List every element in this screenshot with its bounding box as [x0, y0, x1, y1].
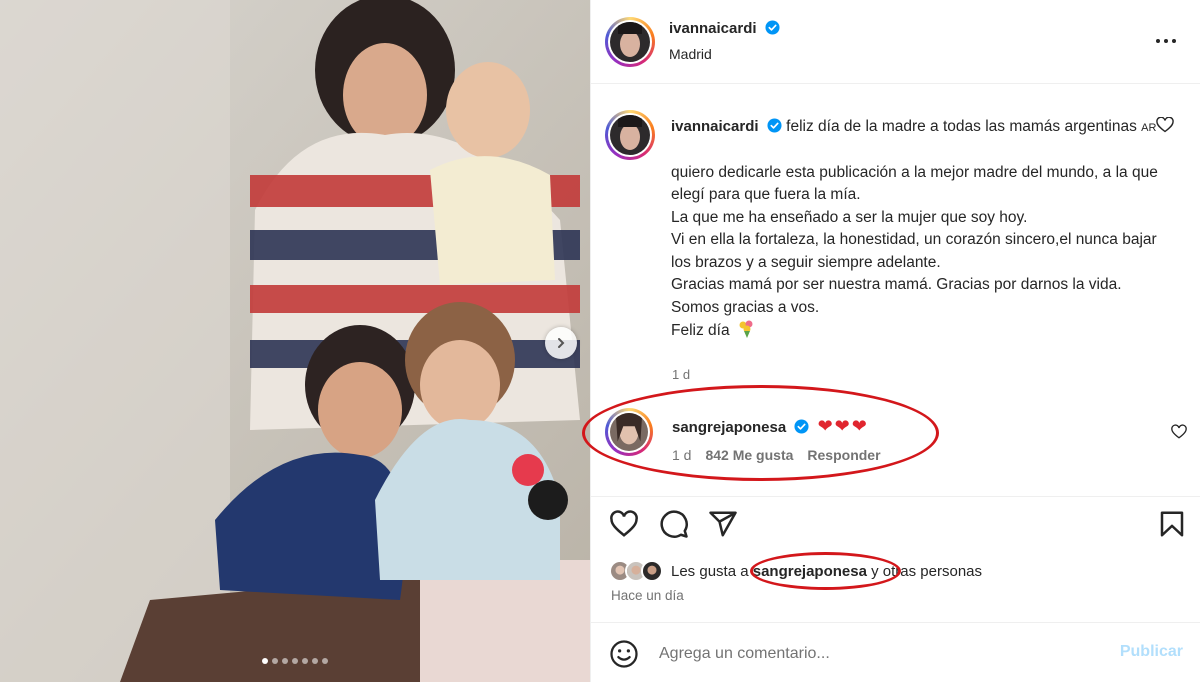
- comment-input[interactable]: [659, 641, 1079, 667]
- heart-outline-icon: [1156, 116, 1175, 133]
- share-icon[interactable]: [708, 509, 738, 539]
- caption-author-username[interactable]: ivannaicardi: [671, 118, 759, 135]
- likes-prefix: Les gusta a: [671, 562, 749, 580]
- comment-text: ❤❤❤: [817, 416, 869, 436]
- bookmark-icon[interactable]: [1157, 509, 1187, 539]
- author-avatar[interactable]: [605, 17, 655, 67]
- caption-author-avatar[interactable]: [605, 110, 655, 160]
- comment-timestamp[interactable]: 1 d: [672, 447, 691, 463]
- caption-paragraph: quiero dedicarle esta publicación a la m…: [671, 163, 1158, 204]
- caption-text: ivannaicardi feliz día de la madre a tod…: [671, 116, 1176, 343]
- author-username[interactable]: ivannaicardi: [669, 20, 757, 37]
- more-options-button[interactable]: [1153, 31, 1179, 51]
- comment-like-heart-icon[interactable]: [1171, 424, 1187, 440]
- caption-title: feliz día de la madre a todas las mamás …: [786, 118, 1137, 135]
- caption-timestamp[interactable]: 1 d: [672, 367, 690, 382]
- more-horizontal-icon: [1156, 39, 1160, 43]
- likes-suffix[interactable]: y otras personas: [871, 563, 982, 580]
- carousel-dot: [302, 658, 308, 664]
- family-photo-image: [0, 0, 590, 682]
- caption-paragraph: Vi en ella la fortaleza, la honestidad, …: [671, 231, 1157, 271]
- bouquet-emoji-icon: [739, 320, 753, 338]
- verified-badge-icon: [767, 118, 782, 133]
- heart-icon[interactable]: [609, 509, 639, 539]
- add-comment-bar: Publicar: [591, 622, 1200, 682]
- commenter-username[interactable]: sangrejaponesa: [672, 419, 786, 436]
- carousel-dot: [312, 658, 318, 664]
- caption-paragraph: Feliz día: [671, 322, 730, 339]
- post-date[interactable]: Hace un día: [611, 588, 684, 603]
- chevron-right-icon: [558, 338, 565, 348]
- caption-paragraph: Somos gracias a vos.: [671, 298, 820, 316]
- commenter-avatar[interactable]: [605, 408, 653, 456]
- carousel-dot: [262, 658, 268, 664]
- liker-avatar[interactable]: [641, 560, 663, 582]
- post-actions-bar: [591, 496, 1200, 556]
- post-photo: [0, 0, 590, 682]
- carousel-dot: [272, 658, 278, 664]
- carousel-dot: [282, 658, 288, 664]
- comment-meta: 1 d 842 Me gusta Responder: [672, 447, 881, 463]
- carousel-indicator: [0, 658, 590, 664]
- caption-paragraph: Gracias mamá por ser nuestra mamá. Graci…: [671, 276, 1122, 293]
- next-photo-button[interactable]: [545, 327, 577, 359]
- flag-text: AR: [1141, 122, 1157, 134]
- publish-button[interactable]: Publicar: [1120, 643, 1183, 661]
- post-side-panel: ivannaicardi Madrid ivannaicardi feliz d…: [590, 0, 1200, 682]
- comment-reply-button[interactable]: Responder: [807, 447, 880, 463]
- comment-likes[interactable]: 842 Me gusta: [705, 447, 793, 463]
- likes-text: Les gusta a sangrejaponesa y otras perso…: [671, 563, 982, 580]
- carousel-dot: [322, 658, 328, 664]
- emoji-icon[interactable]: [609, 639, 639, 669]
- comment-icon[interactable]: [659, 509, 689, 539]
- verified-badge-icon: [794, 419, 809, 434]
- likes-summary: Les gusta a sangrejaponesa y otras perso…: [609, 558, 982, 584]
- caption-paragraph: La que me ha enseñado a ser la mujer que…: [671, 208, 1028, 226]
- liker-username[interactable]: sangrejaponesa: [753, 563, 867, 580]
- post-location[interactable]: Madrid: [669, 46, 712, 62]
- comment-line: sangrejaponesa ❤❤❤: [672, 416, 869, 437]
- carousel-dot: [292, 658, 298, 664]
- verified-badge-icon: [765, 20, 780, 35]
- post-header: ivannaicardi Madrid: [591, 0, 1200, 84]
- comment-item: sangrejaponesa ❤❤❤ 1 d 842 Me gusta Resp…: [591, 400, 1200, 480]
